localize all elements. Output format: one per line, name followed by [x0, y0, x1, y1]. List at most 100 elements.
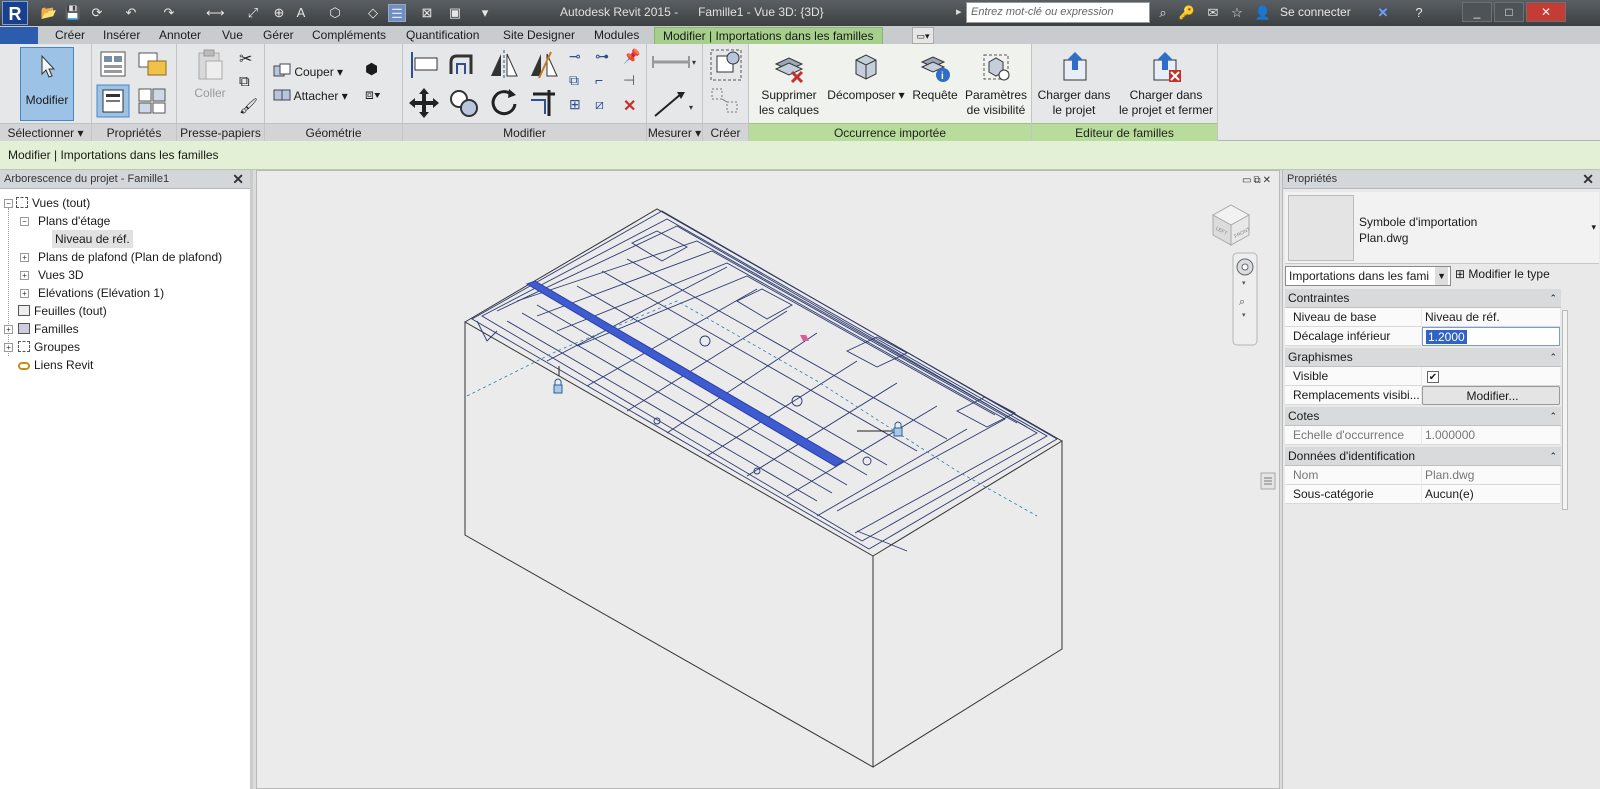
sous-categorie-value[interactable]: Aucun(e): [1422, 485, 1560, 504]
tab-annoter[interactable]: Annoter: [159, 27, 201, 44]
application-menu-tab[interactable]: [0, 27, 38, 44]
lock-icon[interactable]: [893, 421, 903, 437]
tab-modifier-importations[interactable]: Modifier | Importations dans les famille…: [654, 27, 883, 44]
mirror-draw-icon[interactable]: [527, 48, 561, 82]
charger-fermer-button[interactable]: Charger dans le projet et fermer: [1114, 50, 1218, 118]
dimension-icon[interactable]: ⤢: [244, 4, 262, 22]
decomposer-button[interactable]: Décomposer ▾: [827, 50, 905, 103]
decalage-input[interactable]: 1.2000: [1422, 327, 1560, 346]
expand-icon[interactable]: +: [20, 271, 29, 280]
type-properties-icon[interactable]: [98, 49, 128, 79]
expand-icon[interactable]: +: [20, 253, 29, 262]
section-icon[interactable]: ◇: [364, 4, 382, 22]
drawing-viewport[interactable]: ▭⧉✕ LEFT FRONT ▾ ⌕ ▾: [256, 170, 1280, 789]
tree-item-niveau-ref[interactable]: Niveau de réf.: [52, 230, 133, 248]
aligned-dimension-icon[interactable]: ▾: [651, 90, 697, 120]
copy-icon[interactable]: ⧉: [239, 73, 261, 95]
customize-qat-icon[interactable]: ▾: [476, 4, 494, 22]
selected-element-highlight[interactable]: [525, 280, 846, 467]
instance-filter-select[interactable]: Importations dans les fami ▼: [1285, 266, 1451, 286]
supprimer-calques-button[interactable]: Supprimer les calques: [755, 50, 823, 118]
tab-inserer[interactable]: Insérer: [103, 27, 140, 44]
trim-corner-icon[interactable]: [527, 86, 561, 120]
minimize-button[interactable]: _: [1462, 2, 1492, 22]
tree-item-vues-3d[interactable]: Vues 3D: [38, 266, 84, 284]
expand-search-icon[interactable]: ▸: [956, 5, 962, 18]
redo-icon[interactable]: ↷: [160, 4, 178, 22]
offset-icon[interactable]: [447, 48, 481, 82]
close-hidden-icon[interactable]: ⊠: [418, 4, 436, 22]
3d-view-icon[interactable]: ⬡: [326, 4, 344, 22]
undo-icon[interactable]: ↶: [122, 4, 140, 22]
zoom-icon[interactable]: ⌕: [1239, 296, 1245, 308]
tab-gerer[interactable]: Gérer: [263, 27, 294, 44]
pin-icon[interactable]: 📌: [623, 48, 645, 70]
text-icon[interactable]: A: [292, 4, 310, 22]
visible-checkbox[interactable]: ✔: [1427, 371, 1439, 383]
requete-button[interactable]: i Requête: [907, 50, 963, 103]
binoculars-icon[interactable]: ⌕: [1154, 4, 1172, 22]
array-icon[interactable]: ⊞: [569, 96, 591, 118]
tab-complements[interactable]: Compléments: [312, 27, 386, 44]
type-selector[interactable]: Symbole d'importation Plan.dwg ▾: [1285, 192, 1599, 264]
tree-item-elevations[interactable]: Elévations (Elévation 1): [38, 284, 164, 302]
type-dropdown-icon[interactable]: ▾: [1591, 222, 1596, 233]
move-icon[interactable]: [407, 86, 441, 120]
cut-icon[interactable]: ✂: [239, 49, 261, 71]
tree-item-plans-etage[interactable]: Plans d'étage: [38, 212, 110, 230]
copy-move-icon[interactable]: [447, 86, 481, 120]
group-identification[interactable]: Données d'identification ⌃: [1285, 447, 1561, 466]
group-contraintes[interactable]: Contraintes ⌃: [1285, 289, 1561, 308]
panel-label-mesurer[interactable]: Mesurer ▾: [647, 123, 702, 141]
unpin-icon[interactable]: ⊣: [623, 72, 645, 94]
favorites-icon[interactable]: ☆: [1228, 4, 1246, 22]
tab-modules[interactable]: Modules: [594, 27, 639, 44]
save-icon[interactable]: 💾: [64, 4, 82, 22]
tab-site-designer[interactable]: Site Designer: [503, 27, 575, 44]
coller-button[interactable]: Coller: [185, 48, 235, 101]
imported-dwg-lines[interactable]: [471, 210, 1058, 552]
subscription-icon[interactable]: 🔑: [1178, 4, 1196, 22]
create-similar-icon[interactable]: [709, 86, 743, 116]
modifier-button[interactable]: Modifier: [20, 47, 74, 121]
expand-icon[interactable]: +: [20, 289, 29, 298]
delete-icon[interactable]: ✕: [623, 96, 645, 118]
measure-distance-icon[interactable]: ▾: [651, 52, 697, 72]
communication-icon[interactable]: ✉: [1204, 4, 1222, 22]
exchange-apps-icon[interactable]: ✕: [1374, 4, 1392, 22]
minimize-ribbon-icon[interactable]: ▭▾: [912, 27, 934, 44]
sign-in-link[interactable]: Se connecter: [1280, 5, 1351, 19]
maximize-button[interactable]: □: [1494, 2, 1524, 22]
modifier-overrides-button[interactable]: Modifier...: [1422, 386, 1560, 405]
family-category-icon[interactable]: [136, 86, 168, 116]
scrollbar-handle[interactable]: [1260, 472, 1276, 490]
scale-icon[interactable]: ⧄: [595, 96, 617, 118]
tree-item-plans-plafond[interactable]: Plans de plafond (Plan de plafond): [38, 248, 222, 266]
navigation-bar[interactable]: ▾ ⌕ ▾: [1232, 252, 1258, 346]
tag-icon[interactable]: ⊕: [270, 4, 288, 22]
trim-extend-icon[interactable]: ⌐: [595, 72, 617, 94]
properties-scrollbar[interactable]: [1562, 310, 1568, 510]
pin-marker-icon[interactable]: [800, 335, 809, 341]
sync-icon[interactable]: ⟳: [88, 4, 106, 22]
copy-element-icon[interactable]: ⧉: [569, 72, 591, 94]
parametres-visibilite-button[interactable]: Paramètres de visibilité: [961, 50, 1031, 118]
model-3d-canvas[interactable]: LEFT FRONT ▾ ⌕ ▾: [257, 171, 1279, 788]
tree-item-feuilles[interactable]: Feuilles (tout): [18, 302, 107, 320]
expand-icon[interactable]: +: [4, 325, 13, 334]
niveau-base-value[interactable]: Niveau de réf.: [1422, 308, 1560, 327]
close-properties-icon[interactable]: ✕: [1582, 170, 1594, 189]
collapse-icon[interactable]: −: [20, 217, 29, 226]
charger-projet-button[interactable]: Charger dans le projet: [1034, 50, 1114, 118]
tree-item-groupes[interactable]: Groupes: [18, 338, 80, 356]
family-types-icon[interactable]: [136, 49, 168, 79]
tab-vue[interactable]: Vue: [222, 27, 243, 44]
lock-icon[interactable]: [553, 378, 563, 394]
split-face-icon[interactable]: ⧈▾: [365, 86, 387, 108]
properties-palette-icon[interactable]: [96, 84, 130, 118]
tree-item-vues[interactable]: Vues (tout): [16, 194, 90, 212]
tab-quantification[interactable]: Quantification: [406, 27, 479, 44]
create-group-icon[interactable]: [709, 48, 743, 82]
collapse-icon[interactable]: −: [4, 199, 13, 208]
open-icon[interactable]: 📂: [40, 4, 58, 22]
